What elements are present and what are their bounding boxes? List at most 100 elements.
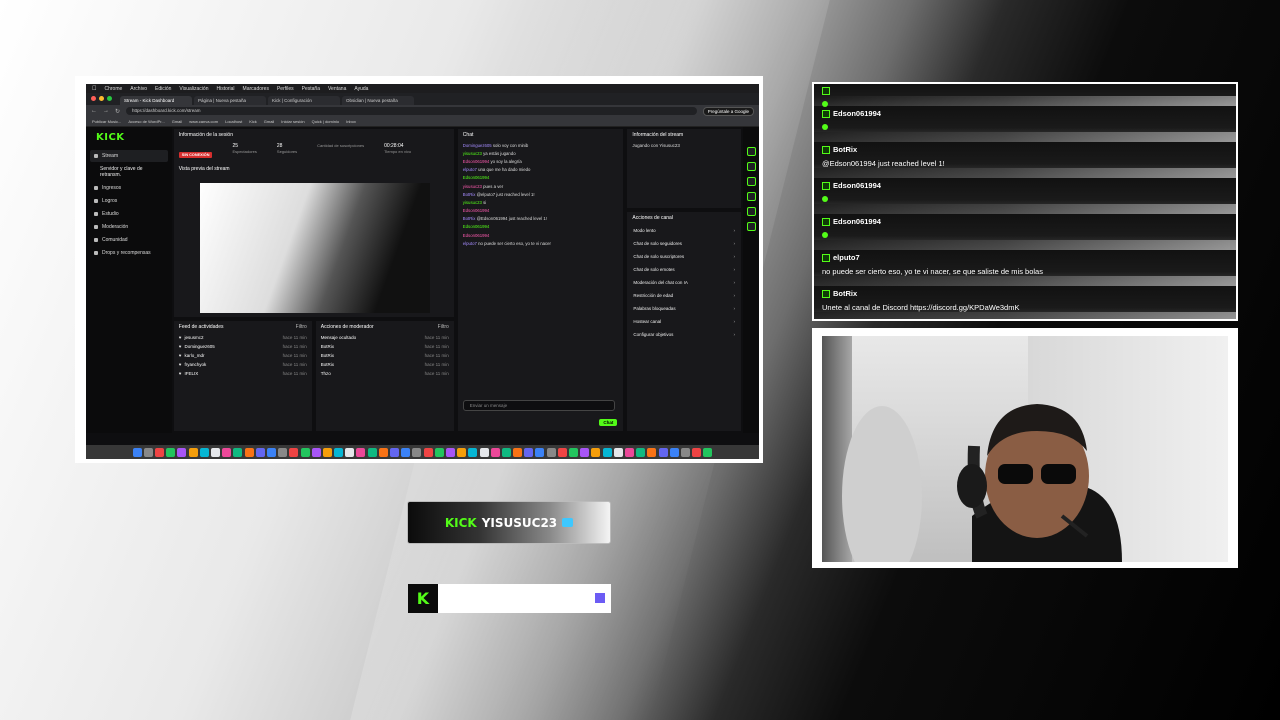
dock-app-icon[interactable] xyxy=(569,447,579,457)
chat-user[interactable]: yisusuc23 xyxy=(463,200,482,205)
dock-app-icon[interactable] xyxy=(524,447,534,457)
bookmark[interactable]: Kick xyxy=(249,119,257,124)
bookmark[interactable]: Publicar Music... xyxy=(92,119,121,124)
window-controls[interactable] xyxy=(91,96,112,101)
channel-option[interactable]: Hostear canal › xyxy=(627,315,741,328)
browser-tab[interactable]: Stream - Kick Dashboard xyxy=(120,96,192,105)
chat-user[interactable]: yisusuc23 xyxy=(463,151,482,156)
dock-app-icon[interactable] xyxy=(132,447,142,457)
menu-item[interactable]: Archivo xyxy=(130,86,147,92)
dock-app-icon[interactable] xyxy=(244,447,254,457)
chat-user[interactable]: BotRix xyxy=(463,216,476,221)
back-icon[interactable]: ← xyxy=(91,108,97,114)
browser-tab[interactable]: Obsidian | Nueva pestaña xyxy=(342,96,414,105)
dock-app-icon[interactable] xyxy=(680,447,690,457)
filter-button[interactable]: Filtro xyxy=(438,324,449,330)
dock-app-icon[interactable] xyxy=(278,447,288,457)
chat-user[interactable]: Dominguez605 xyxy=(463,143,492,148)
dock-app-icon[interactable] xyxy=(378,447,388,457)
dock-app-icon[interactable] xyxy=(580,447,590,457)
dock-app-icon[interactable] xyxy=(390,447,400,457)
channel-option[interactable]: Chat de solo seguidores › xyxy=(627,237,741,250)
kick-logo[interactable]: KICK xyxy=(96,132,168,143)
menu-item[interactable]: Historial xyxy=(216,86,234,92)
bookmark[interactable]: www.canva.com xyxy=(189,119,218,124)
dock-app-icon[interactable] xyxy=(468,447,478,457)
bookmark[interactable]: Quick | dominio xyxy=(312,119,340,124)
dock-app-icon[interactable] xyxy=(669,447,679,457)
dock-app-icon[interactable] xyxy=(255,447,265,457)
chat-user[interactable]: elputo7 xyxy=(463,167,477,172)
menu-item[interactable]: Perfiles xyxy=(277,86,294,92)
channel-option[interactable]: Chat de solo suscriptores › xyxy=(627,250,741,263)
dock-app-icon[interactable] xyxy=(143,447,153,457)
close-icon[interactable] xyxy=(91,96,96,101)
dock-app-icon[interactable] xyxy=(647,447,657,457)
chat-input[interactable]: Enviar un mensaje xyxy=(462,400,615,411)
apple-icon[interactable]:  xyxy=(92,86,97,92)
dock-app-icon[interactable] xyxy=(557,447,567,457)
chat-send-button[interactable]: Chat xyxy=(599,419,618,426)
dock-app-icon[interactable] xyxy=(188,447,198,457)
address-bar[interactable]: https://dashboard.kick.com/stream xyxy=(126,107,697,115)
dock-app-icon[interactable] xyxy=(401,447,411,457)
chat-user[interactable]: elputo7 xyxy=(463,241,477,246)
channel-option[interactable]: Palabras bloqueadas › xyxy=(627,302,741,315)
sidebar-item[interactable]: Ingresos xyxy=(90,182,168,194)
chat-user[interactable]: Edson061994 xyxy=(463,233,490,238)
channel-option[interactable]: Chat de solo emotes › xyxy=(627,263,741,276)
reload-icon[interactable]: ↻ xyxy=(115,108,120,115)
dock-app-icon[interactable] xyxy=(501,447,511,457)
sidebar-item[interactable]: Estudio xyxy=(90,208,168,220)
dock-app-icon[interactable] xyxy=(703,447,713,457)
menu-item[interactable]: Visualización xyxy=(179,86,208,92)
dock-app-icon[interactable] xyxy=(434,447,444,457)
dock-app-icon[interactable] xyxy=(513,447,523,457)
dock-app-icon[interactable] xyxy=(177,447,187,457)
dock-app-icon[interactable] xyxy=(423,447,433,457)
dock-app-icon[interactable] xyxy=(535,447,545,457)
dock-app-icon[interactable] xyxy=(311,447,321,457)
dock-app-icon[interactable] xyxy=(334,447,344,457)
dock-app-icon[interactable] xyxy=(636,447,646,457)
dock-app-icon[interactable] xyxy=(412,447,422,457)
rail-icon[interactable] xyxy=(746,222,756,231)
sidebar-item[interactable]: Drops y recompensas xyxy=(90,247,168,259)
dock-app-icon[interactable] xyxy=(602,447,612,457)
bookmark[interactable]: Localhost xyxy=(225,119,242,124)
dock-app-icon[interactable] xyxy=(300,447,310,457)
dock-app-icon[interactable] xyxy=(199,447,209,457)
bookmark[interactable]: Iniciar sesión xyxy=(281,119,304,124)
channel-option[interactable]: Restricción de edad › xyxy=(627,289,741,302)
dock-app-icon[interactable] xyxy=(457,447,467,457)
menu-item[interactable]: Marcadores xyxy=(243,86,269,92)
chat-user[interactable]: Edson061994 xyxy=(463,208,490,213)
dock-app-icon[interactable] xyxy=(479,447,489,457)
chat-user[interactable]: Edson061994 xyxy=(463,175,490,180)
rail-icon[interactable] xyxy=(746,192,756,201)
sidebar-item[interactable]: Comunidad xyxy=(90,234,168,246)
bookmark[interactable]: Gmail xyxy=(172,119,182,124)
rail-icon[interactable] xyxy=(746,162,756,171)
chat-user[interactable]: yisusuc23 xyxy=(463,184,482,189)
dock-app-icon[interactable] xyxy=(367,447,377,457)
sidebar-item[interactable]: Stream xyxy=(90,150,168,162)
chat-user[interactable]: Edson061994 xyxy=(463,159,490,164)
bookmark[interactable]: Gmail xyxy=(264,119,274,124)
browser-tab[interactable]: Kick | Configuración xyxy=(268,96,340,105)
stream-preview[interactable] xyxy=(199,183,430,313)
dock-app-icon[interactable] xyxy=(345,447,355,457)
chat-user[interactable]: Edson061994 xyxy=(463,224,490,229)
dock-app-icon[interactable] xyxy=(155,447,165,457)
rail-icon[interactable] xyxy=(746,207,756,216)
menu-item[interactable]: Ventana xyxy=(328,86,346,92)
dock-app-icon[interactable] xyxy=(624,447,634,457)
dock-app-icon[interactable] xyxy=(658,447,668,457)
browser-tab[interactable]: Página | Nueva pestaña xyxy=(194,96,266,105)
menu-item[interactable]: Pestaña xyxy=(302,86,320,92)
dock-app-icon[interactable] xyxy=(692,447,702,457)
bookmark[interactable]: Acceso de WordPr... xyxy=(128,119,164,124)
dock-app-icon[interactable] xyxy=(546,447,556,457)
menu-item[interactable]: Edición xyxy=(155,86,171,92)
dock-app-icon[interactable] xyxy=(490,447,500,457)
